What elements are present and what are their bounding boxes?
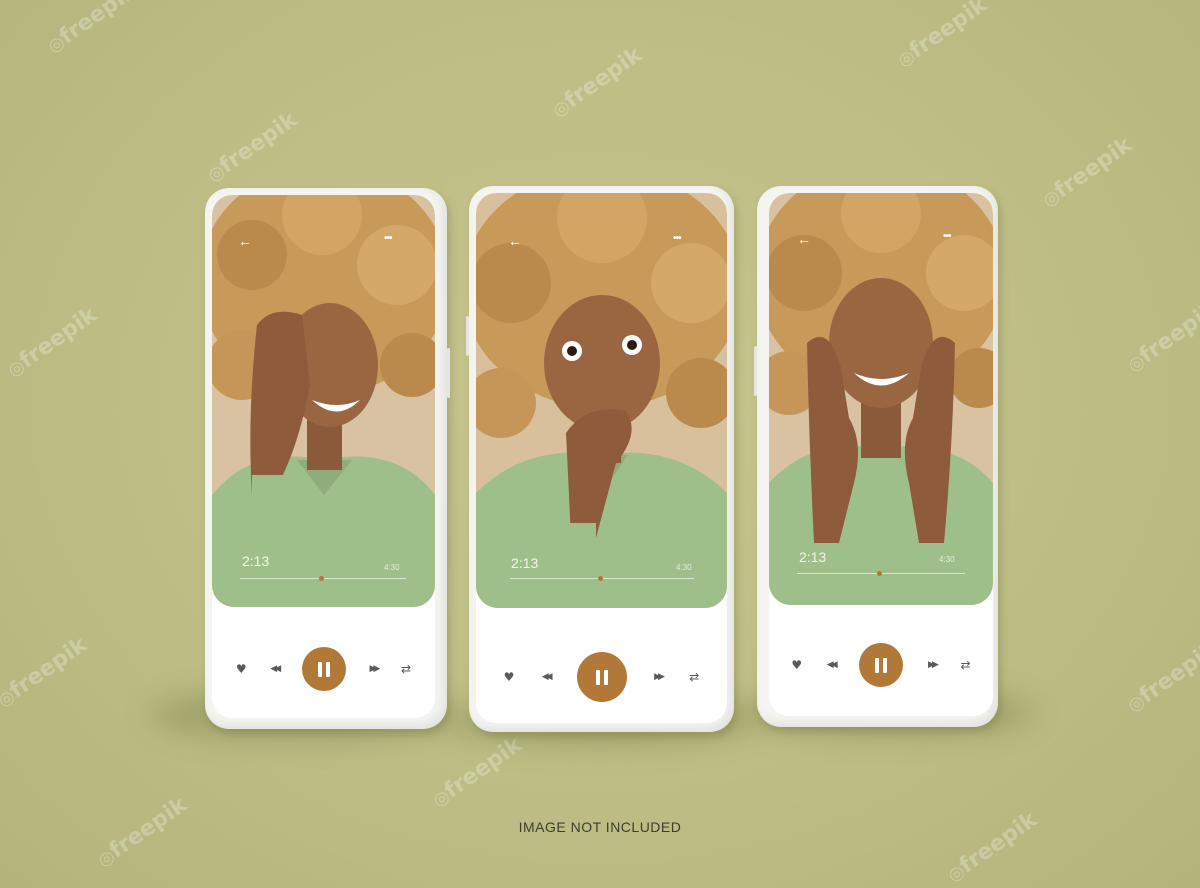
heart-icon[interactable]: ♥ <box>791 659 802 671</box>
pause-icon <box>317 661 322 677</box>
fast-forward-icon[interactable]: ▶▶ <box>928 660 939 670</box>
playback-controls: ♥ ◀◀ ▶▶ ⇄ <box>769 643 993 687</box>
current-time: 2:13 <box>799 549 827 565</box>
watermark: freepik <box>427 732 527 812</box>
watermark: freepik <box>2 302 102 382</box>
repeat-icon[interactable]: ⇄ <box>689 671 699 683</box>
fast-forward-icon[interactable]: ▶▶ <box>370 664 381 674</box>
caption: IMAGE NOT INCLUDED <box>518 819 682 835</box>
back-icon[interactable]: ← <box>508 233 522 249</box>
woman-smiling-image <box>769 193 993 605</box>
more-dots-icon[interactable]: ••• <box>673 233 681 244</box>
heart-icon[interactable]: ♥ <box>236 663 247 675</box>
duration: 4:30 <box>384 563 400 572</box>
pause-button[interactable] <box>576 652 627 702</box>
album-photo: ← ••• 2:13 4:30 <box>212 195 435 607</box>
pause-icon <box>875 657 880 673</box>
side-button <box>447 348 450 398</box>
music-player-screen: ← ••• 2:13 4:30 ♥ ◀◀ ▶▶ ⇄ <box>476 193 727 723</box>
watermark: freepik <box>42 0 142 59</box>
watermark: freepik <box>1037 132 1137 212</box>
pause-button[interactable] <box>859 643 904 687</box>
album-photo: ← ••• 2:13 4:30 <box>769 193 993 605</box>
album-photo: ← ••• 2:13 4:30 <box>476 193 727 608</box>
rewind-icon[interactable]: ◀◀ <box>270 664 281 674</box>
back-icon[interactable]: ← <box>797 231 811 247</box>
side-button <box>466 316 469 356</box>
watermark: freepik <box>0 632 92 712</box>
rewind-icon[interactable]: ◀◀ <box>542 672 553 682</box>
repeat-icon[interactable]: ⇄ <box>961 659 971 671</box>
music-player-screen: ← ••• 2:13 4:30 ♥ ◀◀ ▶▶ ⇄ <box>212 195 435 718</box>
pause-button[interactable] <box>301 647 346 691</box>
phone-left: ← ••• 2:13 4:30 ♥ ◀◀ ▶▶ ⇄ <box>205 188 450 729</box>
phone-right: ← ••• 2:13 4:30 ♥ ◀◀ ▶▶ ⇄ <box>754 186 998 727</box>
playback-controls: ♥ ◀◀ ▶▶ ⇄ <box>476 652 727 702</box>
playback-controls: ♥ ◀◀ ▶▶ ⇄ <box>212 647 435 691</box>
watermark: freepik <box>202 107 302 187</box>
music-player-screen: ← ••• 2:13 4:30 ♥ ◀◀ ▶▶ ⇄ <box>769 193 993 716</box>
duration: 4:30 <box>939 555 955 564</box>
woman-surprised-image <box>476 193 727 608</box>
more-dots-icon[interactable]: ••• <box>384 233 392 244</box>
phone-center: ← ••• 2:13 4:30 ♥ ◀◀ ▶▶ ⇄ <box>466 186 734 732</box>
current-time: 2:13 <box>242 553 270 569</box>
side-button <box>754 346 757 396</box>
repeat-icon[interactable]: ⇄ <box>401 663 411 675</box>
back-icon[interactable]: ← <box>238 233 252 249</box>
woman-laughing-image <box>212 195 435 607</box>
duration: 4:30 <box>676 563 692 572</box>
current-time: 2:13 <box>511 555 539 571</box>
fast-forward-icon[interactable]: ▶▶ <box>654 672 665 682</box>
more-dots-icon[interactable]: ••• <box>943 231 951 242</box>
watermark: freepik <box>892 0 992 73</box>
watermark: freepik <box>1122 297 1200 377</box>
pause-icon <box>595 669 600 685</box>
watermark: freepik <box>1122 637 1200 717</box>
rewind-icon[interactable]: ◀◀ <box>827 660 838 670</box>
watermark: freepik <box>547 42 647 122</box>
heart-icon[interactable]: ♥ <box>504 671 515 683</box>
